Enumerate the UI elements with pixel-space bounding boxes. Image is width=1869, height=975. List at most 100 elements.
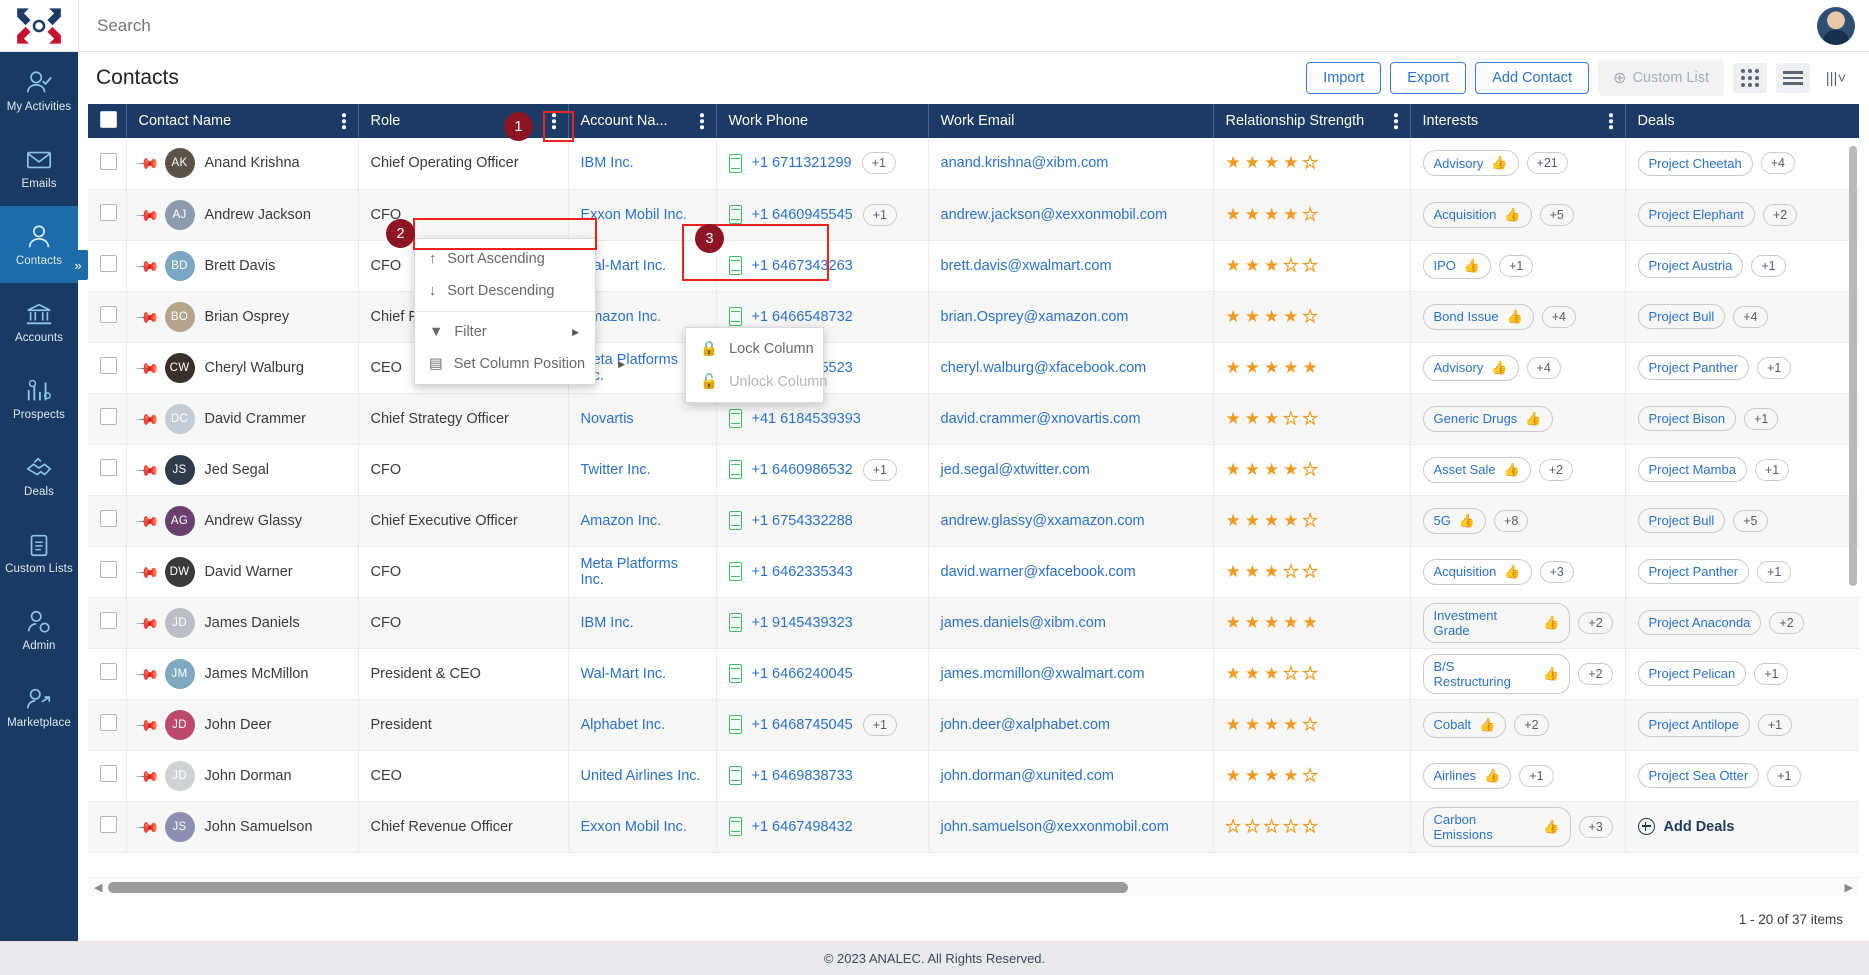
star-2[interactable]: ★ [1245,409,1260,429]
column-header-work-phone[interactable]: Work Phone [716,104,929,138]
phone-number[interactable]: +1 6754332288 [752,513,853,529]
interests-column-kebab[interactable] [1606,110,1616,132]
interest-more-pill[interactable]: +1 [1499,254,1534,277]
table-row[interactable]: 📌 DC David Crammer Chief Strategy Officer No… [88,393,1859,445]
table-row[interactable]: 📌 AJ Andrew Jackson CFO Exxon Mobil Inc. +1 6… [88,189,1859,241]
phone-number[interactable]: +1 6711321299 [752,155,852,171]
star-4[interactable]: ★ [1283,511,1298,531]
row-checkbox[interactable] [100,408,117,425]
account-link[interactable]: Novartis [581,411,634,427]
table-row[interactable]: 📌 JD James Daniels CFO IBM Inc. +1 9145439323… [88,597,1859,649]
star-rating[interactable]: ★ ★ ★ ★ ★ [1226,306,1398,327]
export-button[interactable]: Export [1390,62,1467,94]
deal-more-pill[interactable]: +2 [1769,611,1804,634]
column-header-relationship-strength[interactable]: Relationship Strength [1213,104,1411,138]
star-5[interactable]: ★ [1302,408,1318,429]
star-5[interactable]: ★ [1302,816,1318,837]
phone-number[interactable]: +1 6460945545 [752,207,853,223]
select-all-checkbox[interactable] [100,110,117,128]
relationship-strength-column-kebab[interactable] [1391,110,1401,132]
star-4[interactable]: ★ [1283,358,1298,378]
thumbs-up-icon[interactable]: 👍 [1484,768,1500,784]
phone-number[interactable]: +1 6469838733 [752,768,853,784]
contact-name-label[interactable]: John Samuelson [205,819,313,835]
row-checkbox[interactable] [100,765,117,782]
sidebar-item-emails[interactable]: Emails [0,129,78,206]
add-deals-button[interactable]: Add Deals [1637,818,1734,835]
column-header-contact-name[interactable]: Contact Name [126,104,359,138]
table-row[interactable]: 📌 JS Jed Segal CFO Twitter Inc. +1 6460986532… [88,444,1859,496]
sidebar-item-prospects[interactable]: Prospects [0,360,78,437]
thumbs-up-icon[interactable]: 👍 [1543,615,1559,631]
star-4[interactable]: ★ [1283,255,1299,276]
star-1[interactable]: ★ [1226,256,1241,276]
contact-name-label[interactable]: John Dorman [205,768,292,784]
email-link[interactable]: andrew.jackson@xexxonmobil.com [941,207,1168,223]
app-logo[interactable] [0,0,78,51]
star-1[interactable]: ★ [1225,816,1241,837]
star-2[interactable]: ★ [1245,715,1260,735]
phone-number[interactable]: +1 9145439323 [752,615,853,631]
thumbs-up-icon[interactable]: 👍 [1543,819,1559,835]
pin-icon[interactable]: 📌 [134,508,159,534]
deal-tag[interactable]: Project Antilope [1637,712,1750,737]
interest-more-pill[interactable]: +2 [1578,611,1613,634]
table-row[interactable]: 📌 AK Anand Krishna Chief Operating Officer I… [88,138,1859,190]
sidebar-item-contacts[interactable]: Contacts [0,206,78,283]
pin-icon[interactable]: 📌 [134,712,159,738]
phone-number[interactable]: +1 6460986532 [752,462,853,478]
star-5[interactable]: ★ [1302,765,1318,786]
star-5[interactable]: ★ [1302,204,1318,225]
menu-item-lock-column[interactable]: 🔒 Lock Column [686,332,823,365]
deal-more-pill[interactable]: +2 [1762,203,1798,226]
star-5[interactable]: ★ [1302,306,1318,327]
deal-tag[interactable]: Project Mamba [1637,457,1747,482]
scroll-right-arrow[interactable]: ▶ [1845,881,1853,894]
email-link[interactable]: john.samuelson@xexxonmobil.com [941,819,1169,835]
interest-tag[interactable]: Advisory 👍 [1422,354,1519,381]
star-rating[interactable]: ★ ★ ★ ★ ★ [1226,358,1398,378]
deal-tag[interactable]: Project Bison [1637,406,1737,431]
add-contact-button[interactable]: Add Contact [1475,62,1590,94]
table-row[interactable]: 📌 DW David Warner CFO Meta Platforms Inc. +1 … [88,546,1859,598]
grid-view-button[interactable] [1733,63,1767,93]
deal-tag[interactable]: Project Cheetah [1637,150,1753,176]
star-4[interactable]: ★ [1283,715,1298,735]
table-row[interactable]: 📌 JD John Deer President Alphabet Inc. +1 646… [88,699,1859,751]
interest-tag[interactable]: 5G 👍 [1422,507,1487,534]
table-row[interactable]: 📌 BD Brett Davis CFO Wal-Mart Inc. +1 6467343… [88,240,1859,292]
horizontal-scroll-thumb[interactable] [108,882,1129,893]
email-link[interactable]: cheryl.walburg@xfacebook.com [941,360,1147,376]
star-rating[interactable]: ★ ★ ★ ★ ★ [1226,663,1398,684]
account-link[interactable]: IBM Inc. [581,615,634,631]
interest-tag[interactable]: Advisory 👍 [1422,150,1519,177]
contact-name-label[interactable]: John Deer [205,717,272,733]
email-link[interactable]: brett.davis@xwalmart.com [941,258,1112,274]
pin-icon[interactable]: 📌 [134,814,159,840]
interest-more-pill[interactable]: +3 [1539,560,1574,583]
interest-more-pill[interactable]: +8 [1494,509,1529,532]
star-2[interactable]: ★ [1245,358,1260,378]
column-header-work-email[interactable]: Work Email [928,104,1214,138]
deal-more-pill[interactable]: +1 [1767,764,1802,787]
star-3[interactable]: ★ [1264,562,1279,582]
star-4[interactable]: ★ [1283,408,1299,429]
contact-name-label[interactable]: David Warner [205,564,293,580]
scroll-left-arrow[interactable]: ◀ [94,881,102,894]
star-rating[interactable]: ★ ★ ★ ★ ★ [1226,408,1398,429]
phone-more-pill[interactable]: +1 [861,152,896,175]
star-3[interactable]: ★ [1264,409,1279,429]
menu-item-set-column-position[interactable]: ▤ Set Column Position ▶ [415,348,625,380]
thumbs-up-icon[interactable]: 👍 [1525,411,1541,427]
phone-number[interactable]: +1 6467343263 [752,258,853,274]
star-2[interactable]: ★ [1245,460,1260,480]
contact-name-label[interactable]: Brett Davis [205,258,276,274]
star-5[interactable]: ★ [1302,663,1318,684]
star-2[interactable]: ★ [1245,562,1260,582]
star-5[interactable]: ★ [1302,153,1318,173]
vertical-scrollbar[interactable] [1849,138,1857,877]
star-rating[interactable]: ★ ★ ★ ★ ★ [1226,714,1398,735]
sidebar-item-deals[interactable]: Deals [0,437,78,514]
contact-name-label[interactable]: James McMillon [205,666,309,682]
pin-icon[interactable]: 📌 [134,661,159,687]
